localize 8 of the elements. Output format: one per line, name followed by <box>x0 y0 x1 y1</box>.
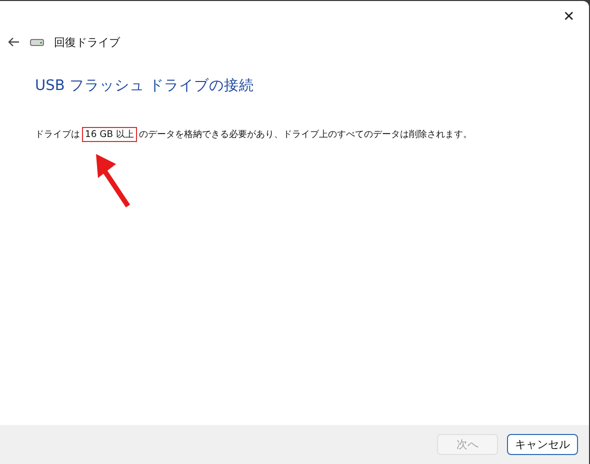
description-text: ドライブは 16 GB 以上 のデータを格納できる必要があり、ドライブ上のすべてのデータは削除されます。 <box>35 128 473 142</box>
header-title: 回復ドライブ <box>54 34 120 50</box>
page-heading: USB フラッシュ ドライブの接続 <box>35 77 255 95</box>
cancel-button[interactable]: キャンセル <box>507 434 578 455</box>
back-button[interactable] <box>8 37 20 47</box>
back-arrow-icon <box>8 37 20 47</box>
drive-icon <box>30 38 44 46</box>
close-button[interactable]: ✕ <box>559 5 579 27</box>
